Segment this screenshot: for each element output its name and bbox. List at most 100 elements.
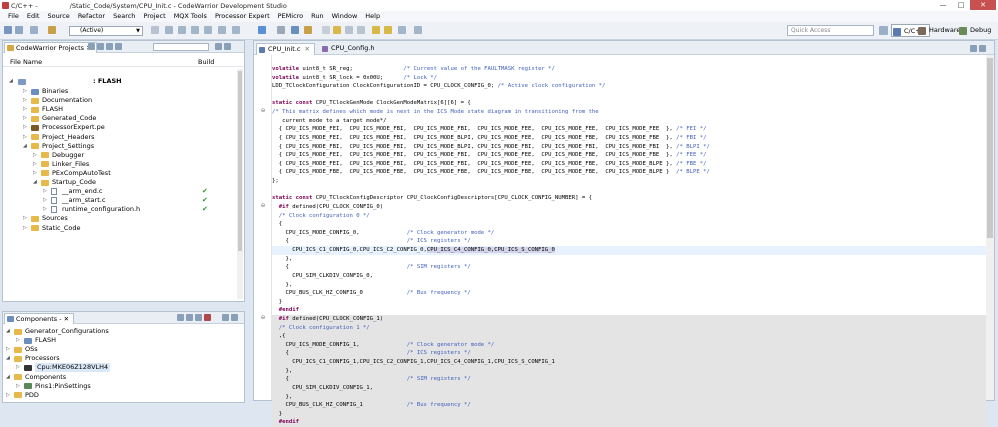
code-line[interactable]: } xyxy=(272,409,986,419)
close-button[interactable]: ✕ xyxy=(970,0,996,10)
find-icon[interactable] xyxy=(115,43,122,50)
perspective-debug[interactable]: Debug xyxy=(958,24,991,37)
highlight-icon[interactable] xyxy=(333,26,341,34)
code-line[interactable]: CPU_ICS_MODE_CONFIG_1, /* Clock generato… xyxy=(272,340,986,350)
tab-components[interactable]: Components - ✕ xyxy=(4,313,75,324)
code-line[interactable]: /* This matrix defines which mode is nex… xyxy=(272,108,986,117)
menu-run[interactable]: Run xyxy=(307,11,327,22)
menu-file[interactable]: File xyxy=(4,11,23,22)
component-item[interactable]: ◢ Processors xyxy=(3,354,238,363)
menu-window[interactable]: Window xyxy=(328,11,362,22)
expand-icon[interactable]: ▷ xyxy=(16,363,20,372)
tree-item[interactable]: ▷ Project_Headers xyxy=(3,133,238,142)
collapse-icon[interactable]: ◢ xyxy=(6,373,10,382)
minimize-button[interactable]: — xyxy=(934,0,952,10)
code-line[interactable] xyxy=(272,186,986,195)
link-icon[interactable] xyxy=(97,43,104,50)
code-line[interactable]: CPU_BUS_CLK_HZ_CONFIG_0 /* Bus frequency… xyxy=(272,289,986,298)
expand-icon[interactable]: ▷ xyxy=(23,114,27,123)
component-item[interactable]: ◢ Generator_Configurations xyxy=(3,327,238,336)
tab-codewarrior-projects[interactable]: CodeWarrior Projects ✕ xyxy=(4,42,97,53)
code-line[interactable]: static const CPU_TClockConfigDescriptor … xyxy=(272,194,986,203)
code-line[interactable]: #if defined(CPU_CLOCK_CONFIG_1) xyxy=(272,314,986,324)
tree-item[interactable]: ◢ Project_Settings xyxy=(3,142,238,151)
code-line[interactable]: { CPU_ICS_MODE_FEI, CPU_ICS_MODE_FBI, CP… xyxy=(272,151,986,160)
expand-icon[interactable]: ▷ xyxy=(23,123,27,132)
tool-icon-6[interactable] xyxy=(232,26,240,34)
forward-icon[interactable] xyxy=(414,26,422,34)
code-line[interactable]: { /* SIM registers */ xyxy=(272,263,986,272)
tool-icon-3[interactable] xyxy=(191,26,199,34)
code-line[interactable]: { CPU_ICS_MODE_FBI, CPU_ICS_MODE_FBI, CP… xyxy=(272,143,986,152)
code-line[interactable]: #if defined(CPU_CLOCK_CONFIG_0) xyxy=(272,203,986,212)
menu-pemicro[interactable]: PEMicro xyxy=(274,11,308,22)
build-icon[interactable] xyxy=(48,26,56,34)
code-area[interactable]: volatile uint8_t SR_reg; /* Current valu… xyxy=(272,55,986,427)
code-line[interactable]: /* Clock configuration 1 */ xyxy=(272,323,986,333)
close-tab-icon[interactable]: ✕ xyxy=(305,45,310,53)
component-item[interactable]: ▷ Pins1:PinSettings xyxy=(3,382,238,391)
debug-icon[interactable] xyxy=(258,26,266,34)
navigate-icon[interactable] xyxy=(291,26,299,34)
code-line[interactable]: /* Clock configuration 0 */ xyxy=(272,212,986,221)
tool-icon-4[interactable] xyxy=(204,26,212,34)
tool-icon[interactable] xyxy=(165,26,173,34)
project-root[interactable]: ◢ : FLASH xyxy=(9,77,244,86)
code-line[interactable]: { /* SIM registers */ xyxy=(272,375,986,384)
search-icon[interactable] xyxy=(277,26,285,34)
block-icon[interactable] xyxy=(345,26,353,34)
maximize-button[interactable]: □ xyxy=(952,0,970,10)
tree-item[interactable]: ▷ Binaries xyxy=(3,87,238,96)
prev-annotation-icon[interactable] xyxy=(384,26,392,34)
expand-icon[interactable]: ▷ xyxy=(16,336,20,345)
code-line[interactable]: CPU_SIM_CLKDIV_CONFIG_1, xyxy=(272,383,986,393)
expand-icon[interactable]: ▷ xyxy=(33,169,37,178)
column-build[interactable]: Build xyxy=(198,58,214,66)
menu-edit[interactable]: Edit xyxy=(23,11,44,22)
minimize-editor-icon[interactable] xyxy=(970,45,977,52)
tree-item[interactable]: ▷ __arm_start.c ✔ xyxy=(3,196,238,205)
expand-icon[interactable]: ▷ xyxy=(43,196,47,205)
component-item[interactable]: ▷ PDD xyxy=(3,391,238,400)
print-icon[interactable] xyxy=(30,26,38,34)
next-annotation-icon[interactable] xyxy=(372,26,380,34)
project-scrollbar[interactable] xyxy=(237,69,243,299)
component-item[interactable]: ▷ FLASH xyxy=(3,336,238,345)
code-line[interactable]: }, xyxy=(272,255,986,264)
code-line[interactable]: LDD_TClockConfiguration ClockConfigurati… xyxy=(272,82,986,91)
build-check-icon[interactable]: ✔ xyxy=(202,196,208,205)
editor-scrollbar[interactable] xyxy=(986,55,994,400)
menu-project[interactable]: Project xyxy=(139,11,169,22)
code-line[interactable]: CPU_BUS_CLK_HZ_CONFIG_1 /* Bus frequency… xyxy=(272,401,986,410)
collapse-icon[interactable]: ◢ xyxy=(6,327,10,336)
tree-item[interactable]: ▷ Documentation xyxy=(3,96,238,105)
back-icon[interactable] xyxy=(398,26,406,34)
tool-icon-5[interactable] xyxy=(218,26,226,34)
expand-icon[interactable]: ▷ xyxy=(16,382,20,391)
code-line[interactable]: current mode to a target mode*/ xyxy=(272,117,986,126)
code-line[interactable]: volatile uint8_t SR_reg; /* Current valu… xyxy=(272,65,986,74)
build-check-icon[interactable]: ✔ xyxy=(202,205,208,214)
code-line[interactable]: }; xyxy=(272,177,986,186)
code-line[interactable]: }, xyxy=(272,281,986,290)
minimize-panel-icon[interactable] xyxy=(215,43,222,50)
fold-icon[interactable]: ⊖ xyxy=(257,108,269,114)
tree-item[interactable]: ◢ Startup_Code xyxy=(3,178,238,187)
tree-item[interactable]: ▷ Static_Code xyxy=(3,224,238,233)
editor-gutter[interactable]: ⊖ ⊖ ⊖ xyxy=(254,55,272,400)
code-line[interactable]: #endif xyxy=(272,306,986,315)
code-line[interactable]: #endif xyxy=(272,418,986,427)
code-line[interactable]: volatile uint8_t SR_lock = 0x00U; /* Loc… xyxy=(272,74,986,83)
menu-source[interactable]: Source xyxy=(43,11,73,22)
expand-icon[interactable]: ▷ xyxy=(33,160,37,169)
component-item[interactable]: ▷ Cpu:MKE06Z128VLH4 xyxy=(3,363,238,373)
pin-icon[interactable] xyxy=(304,26,312,34)
code-line[interactable]: CPU_SIM_CLKDIV_CONFIG_0, xyxy=(272,272,986,281)
code-line[interactable]: }, xyxy=(272,392,986,402)
annotation-icon[interactable] xyxy=(322,26,330,34)
component-item[interactable]: ◢ Components xyxy=(3,373,238,382)
code-line[interactable]: CPU_ICS_C1_CONFIG_0,CPU_ICS_C2_CONFIG_0,… xyxy=(272,246,986,255)
perspective-hardware[interactable]: Hardware xyxy=(917,24,960,37)
expand-icon[interactable]: ▷ xyxy=(23,224,27,233)
collapse-icon[interactable]: ◢ xyxy=(23,142,27,151)
